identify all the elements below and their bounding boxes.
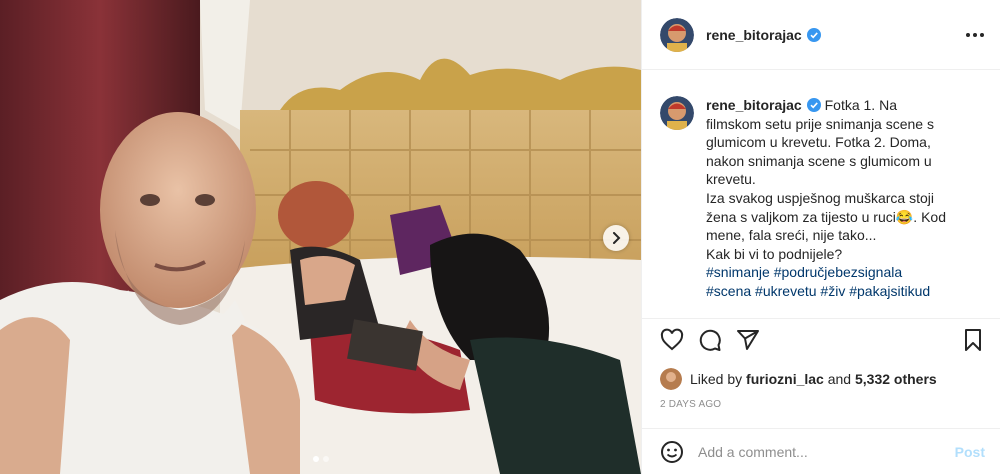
- liked-others[interactable]: 5,332 others: [855, 371, 937, 387]
- comment-input[interactable]: Add a comment...: [698, 444, 808, 460]
- caption-avatar[interactable]: [660, 96, 694, 130]
- share-icon[interactable]: [736, 328, 760, 352]
- username[interactable]: rene_bitorajac: [706, 27, 802, 43]
- caption-area: rene_bitorajac Fotka 1. Na filmskom setu…: [642, 70, 1000, 318]
- liked-by-prefix: Liked by: [690, 371, 743, 387]
- hashtag-link[interactable]: #scena: [706, 283, 751, 299]
- post-photo[interactable]: [0, 0, 641, 474]
- verified-icon: [806, 27, 821, 42]
- hashtag-link[interactable]: #snimanje: [706, 264, 770, 280]
- caption-line: Iza svakog uspješnog muškarca stoji: [706, 189, 934, 206]
- carousel-dot: [322, 456, 329, 462]
- post-header: rene_bitorajac: [642, 0, 1000, 70]
- hashtag-link[interactable]: #ukrevetu: [755, 283, 816, 299]
- bookmark-icon[interactable]: [961, 328, 985, 352]
- photo-illustration: [0, 0, 641, 474]
- hashtag-link[interactable]: #živ: [820, 283, 845, 299]
- verified-icon: [806, 98, 821, 112]
- liked-by-user[interactable]: furiozni_lac: [746, 371, 824, 387]
- caption-line: mene, fala sreći, nije tako...: [706, 227, 877, 244]
- caption-line: filmskom setu prije snimanja scene s: [706, 115, 934, 132]
- comment-icon[interactable]: [698, 328, 722, 352]
- caption-line: glumicom u krevetu. Fotka 2. Doma,: [706, 134, 931, 151]
- heart-icon[interactable]: [660, 328, 684, 352]
- caption-line: žena s valjkom za tijesto u ruci😂. Kod: [706, 208, 946, 225]
- caption-username[interactable]: rene_bitorajac: [706, 97, 802, 113]
- emoji-icon[interactable]: [660, 440, 684, 464]
- caption-line: krevetu.: [706, 171, 756, 188]
- comment-bar: Add a comment... Post: [642, 428, 1000, 474]
- post-timestamp[interactable]: 2 DAYS AGO: [660, 399, 985, 410]
- post-comment-button[interactable]: Post: [955, 444, 985, 460]
- liked-by: Liked by furiozni_lac and 5,332 others: [660, 361, 985, 397]
- post-side-panel: rene_bitorajac rene_bitorajac Fotka 1. N…: [641, 0, 1000, 474]
- caption-text: rene_bitorajac Fotka 1. Na filmskom setu…: [706, 96, 984, 318]
- caption-line: Fotka 1. Na: [824, 97, 897, 113]
- action-icons-row: [660, 319, 985, 361]
- more-options-icon[interactable]: [966, 32, 984, 37]
- caption-line: nakon snimanja scene s glumicom u: [706, 152, 932, 169]
- chevron-right-icon: [613, 232, 621, 244]
- hashtag-link[interactable]: #područjebezsignala: [774, 264, 902, 280]
- liked-and: and: [827, 371, 852, 387]
- carousel-dots: [0, 456, 641, 462]
- caption-line: Kak bi vi to podnijele?: [706, 245, 843, 262]
- carousel-dot-active: [312, 456, 319, 462]
- carousel-next-button[interactable]: [603, 225, 629, 251]
- post-actions: Liked by furiozni_lac and 5,332 others 2…: [642, 318, 1000, 410]
- hashtag-link[interactable]: #pakajsitikud: [849, 283, 930, 299]
- liker-avatar[interactable]: [660, 368, 682, 390]
- avatar[interactable]: [660, 17, 694, 52]
